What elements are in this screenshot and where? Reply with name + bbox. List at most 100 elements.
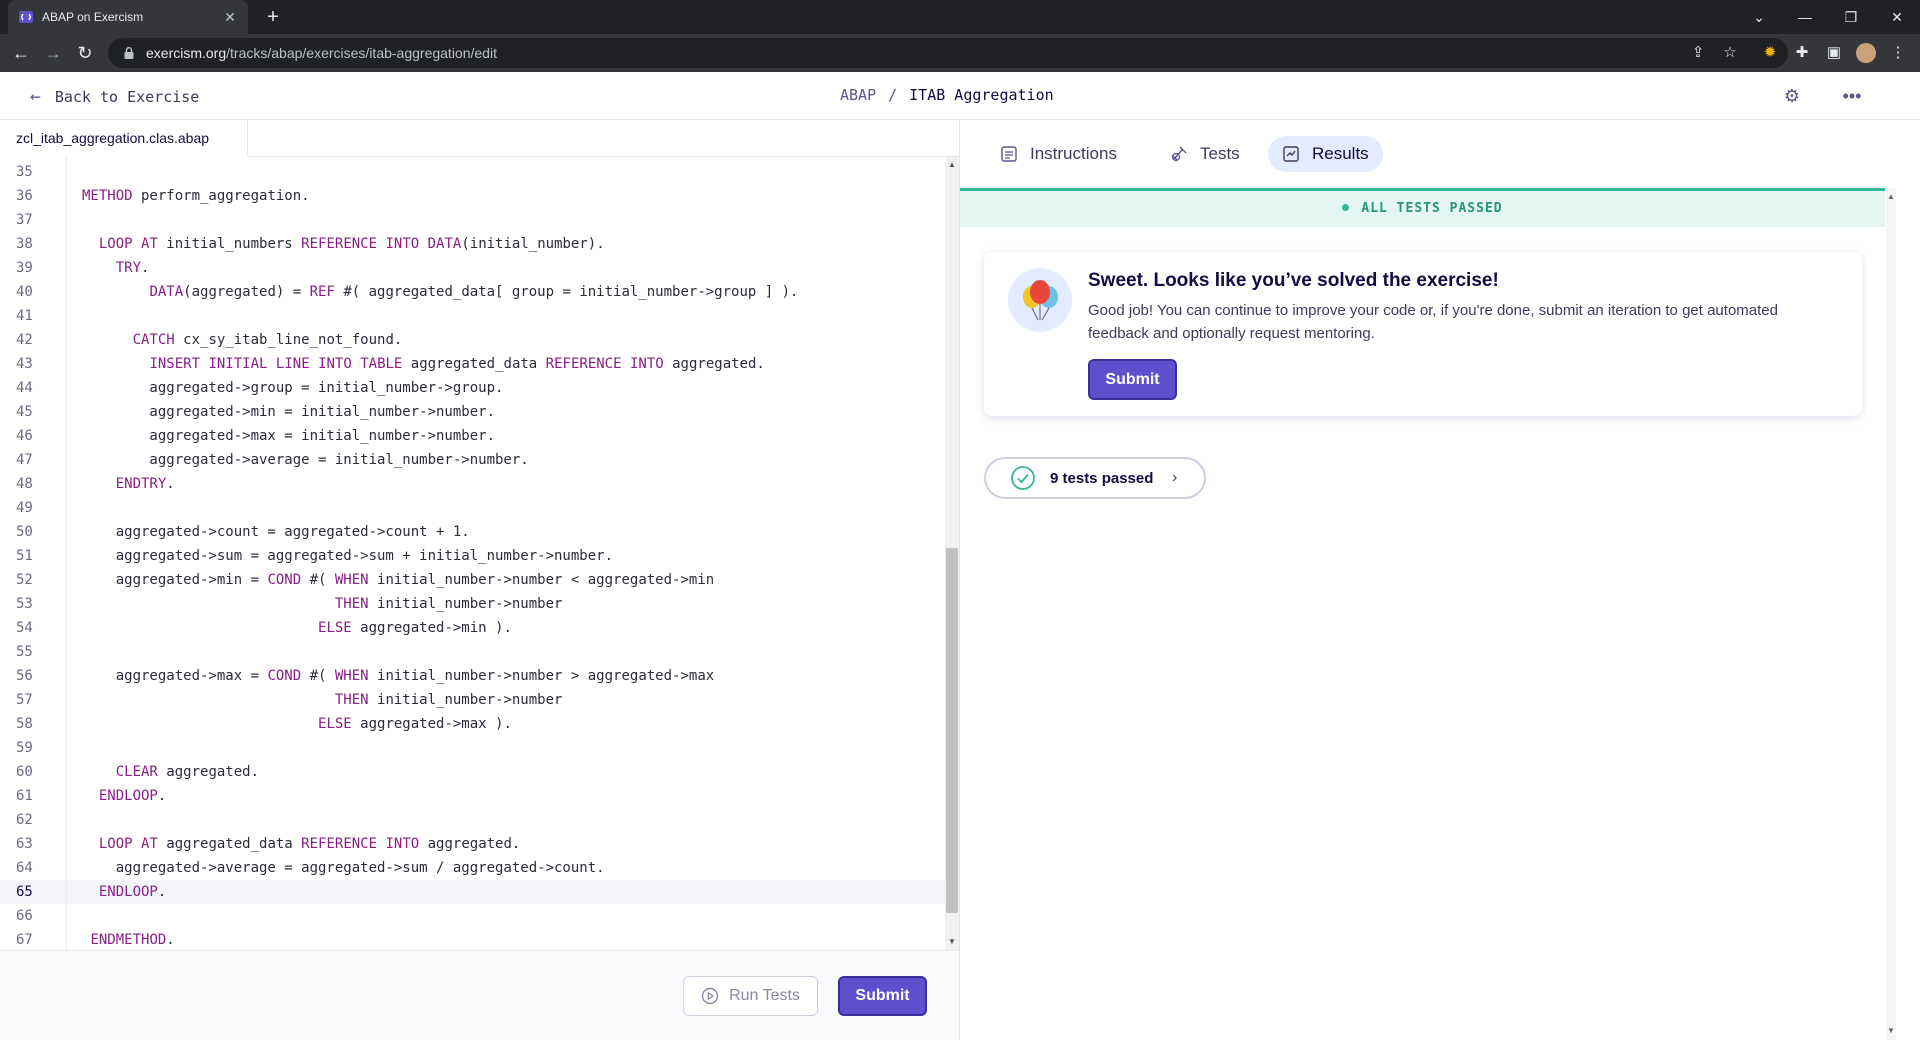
code-line[interactable]: 66 <box>0 904 945 928</box>
scroll-down-arrow-icon[interactable]: ▼ <box>1886 1026 1896 1035</box>
extension-icon[interactable]: ✹ <box>1760 43 1780 63</box>
code-line[interactable]: 57 THEN initial_number->number <box>0 688 945 712</box>
scroll-up-arrow-icon[interactable]: ▲ <box>1886 192 1896 201</box>
code-line[interactable]: 45 aggregated->min = initial_number->num… <box>0 400 945 424</box>
code-line[interactable]: 43 INSERT INITIAL LINE INTO TABLE aggreg… <box>0 352 945 376</box>
code-line[interactable]: 50 aggregated->count = aggregated->count… <box>0 520 945 544</box>
code-line[interactable]: 42 CATCH cx_sy_itab_line_not_found. <box>0 328 945 352</box>
browser-tab[interactable]: ABAP on Exercism ✕ <box>8 0 248 34</box>
line-code: aggregated->average = aggregated->sum / … <box>82 860 605 876</box>
results-icon <box>1283 146 1299 162</box>
code-line[interactable]: 39 TRY. <box>0 256 945 280</box>
reload-icon[interactable]: ↻ <box>72 40 98 66</box>
tab-tests[interactable]: Tests <box>1156 136 1254 172</box>
code-line[interactable]: 55 <box>0 640 945 664</box>
bookmark-star-icon[interactable]: ☆ <box>1720 43 1740 63</box>
tab-instructions[interactable]: Instructions <box>986 136 1131 172</box>
line-number: 40 <box>16 284 33 300</box>
address-bar[interactable]: exercism.org/tracks/abap/exercises/itab-… <box>108 38 1788 68</box>
success-title: Sweet. Looks like you’ve solved the exer… <box>1088 270 1499 291</box>
line-number: 62 <box>16 812 33 828</box>
line-number: 61 <box>16 788 33 804</box>
close-window-button[interactable]: ✕ <box>1874 0 1920 34</box>
code-line[interactable]: 64 aggregated->average = aggregated->sum… <box>0 856 945 880</box>
code-line[interactable]: 41 <box>0 304 945 328</box>
code-line[interactable]: 67 ENDMETHOD. <box>0 928 945 950</box>
code-line[interactable]: 61 ENDLOOP. <box>0 784 945 808</box>
submit-iteration-button[interactable]: Submit <box>1088 359 1177 400</box>
profile-avatar[interactable] <box>1856 43 1876 63</box>
back-arrow-icon[interactable]: ← <box>8 40 34 66</box>
share-icon[interactable]: ⇪ <box>1688 43 1708 63</box>
settings-gear-icon[interactable]: ⚙ <box>1780 84 1804 108</box>
back-to-exercise-link[interactable]: ← Back to Exercise <box>30 86 199 107</box>
code-line[interactable]: 48 ENDTRY. <box>0 472 945 496</box>
success-message: Good job! You can continue to improve yo… <box>1088 302 1778 342</box>
side-panel-icon[interactable]: ▣ <box>1824 43 1844 63</box>
url-path: /tracks/abap/exercises/itab-aggregation/… <box>226 45 497 61</box>
extensions-puzzle-icon[interactable]: ✚ <box>1792 43 1812 63</box>
restore-button[interactable]: ❐ <box>1828 0 1874 34</box>
line-code: aggregated->min = initial_number->number… <box>82 404 496 420</box>
browser-menu-icon[interactable]: ⋮ <box>1888 43 1908 63</box>
code-line[interactable]: 36 METHOD perform_aggregation. <box>0 184 945 208</box>
code-line[interactable]: 62 <box>0 808 945 832</box>
more-options-icon[interactable]: ••• <box>1840 84 1864 108</box>
tab-search-icon[interactable]: ⌄ <box>1736 0 1782 34</box>
minimize-button[interactable]: — <box>1782 0 1828 34</box>
code-line[interactable]: 35 <box>0 160 945 184</box>
scroll-down-arrow-icon[interactable]: ▼ <box>946 935 958 949</box>
breadcrumb: ABAP / ITAB Aggregation <box>840 86 1054 104</box>
code-line[interactable]: 47 aggregated->average = initial_number-… <box>0 448 945 472</box>
chevron-right-icon: › <box>1172 469 1178 486</box>
code-line[interactable]: 52 aggregated->min = COND #( WHEN initia… <box>0 568 945 592</box>
code-line[interactable]: 44 aggregated->group = initial_number->g… <box>0 376 945 400</box>
arrow-left-icon: ← <box>30 86 41 107</box>
success-card: Sweet. Looks like you’ve solved the exer… <box>984 252 1862 416</box>
line-number: 46 <box>16 428 33 444</box>
tests-passed-button[interactable]: 9 tests passed › <box>984 457 1206 499</box>
line-code: METHOD perform_aggregation. <box>82 188 310 204</box>
line-code: aggregated->min = COND #( WHEN initial_n… <box>82 572 715 588</box>
file-tab[interactable]: zcl_itab_aggregation.clas.abap <box>0 120 248 156</box>
code-line[interactable]: 51 aggregated->sum = aggregated->sum + i… <box>0 544 945 568</box>
breadcrumb-separator: / <box>888 86 898 104</box>
code-line[interactable]: 37 <box>0 208 945 232</box>
forward-arrow-icon[interactable]: → <box>40 40 66 66</box>
code-line[interactable]: 49 <box>0 496 945 520</box>
breadcrumb-track[interactable]: ABAP <box>840 86 876 104</box>
editor-scrollbar-thumb[interactable] <box>946 548 958 913</box>
new-tab-button[interactable]: + <box>260 4 286 30</box>
line-code: ENDLOOP. <box>98 788 167 804</box>
tab-results[interactable]: Results <box>1268 136 1383 172</box>
panel-tabs: Instructions Tests Results <box>960 120 1885 188</box>
line-code: CATCH cx_sy_itab_line_not_found. <box>132 332 403 348</box>
code-line[interactable]: 60 CLEAR aggregated. <box>0 760 945 784</box>
code-line[interactable]: 46 aggregated->max = initial_number->num… <box>0 424 945 448</box>
code-line[interactable]: 56 aggregated->max = COND #( WHEN initia… <box>0 664 945 688</box>
submit-button[interactable]: Submit <box>838 976 927 1016</box>
line-number: 37 <box>16 212 33 228</box>
code-line[interactable]: 63 LOOP AT aggregated_data REFERENCE INT… <box>0 832 945 856</box>
line-code: CLEAR aggregated. <box>115 764 260 780</box>
run-tests-button[interactable]: Run Tests <box>683 976 818 1016</box>
code-line[interactable]: 54 ELSE aggregated->min ). <box>0 616 945 640</box>
breadcrumb-exercise: ITAB Aggregation <box>909 86 1054 104</box>
code-line[interactable]: 65 ENDLOOP. <box>0 880 945 904</box>
code-editor[interactable]: 35 36 METHOD perform_aggregation. 37 38 LOOP… <box>0 157 960 950</box>
line-code: LOOP AT aggregated_data REFERENCE INTO a… <box>98 836 521 852</box>
line-number: 55 <box>16 644 33 660</box>
scroll-up-arrow-icon[interactable]: ▲ <box>946 158 958 172</box>
code-line[interactable]: 40 DATA(aggregated) = REF #( aggregated_… <box>0 280 945 304</box>
code-line[interactable]: 58 ELSE aggregated->max ). <box>0 712 945 736</box>
pane-divider[interactable] <box>959 120 960 1040</box>
balloons-icon <box>1008 268 1072 332</box>
play-circle-icon <box>701 987 719 1005</box>
tab-results-label: Results <box>1312 144 1369 163</box>
line-number: 51 <box>16 548 33 564</box>
close-tab-icon[interactable]: ✕ <box>222 9 238 25</box>
code-line[interactable]: 53 THEN initial_number->number <box>0 592 945 616</box>
code-line[interactable]: 59 <box>0 736 945 760</box>
code-line[interactable]: 38 LOOP AT initial_numbers REFERENCE INT… <box>0 232 945 256</box>
panel-scrollbar[interactable]: ▲ ▼ <box>1886 188 1920 1040</box>
